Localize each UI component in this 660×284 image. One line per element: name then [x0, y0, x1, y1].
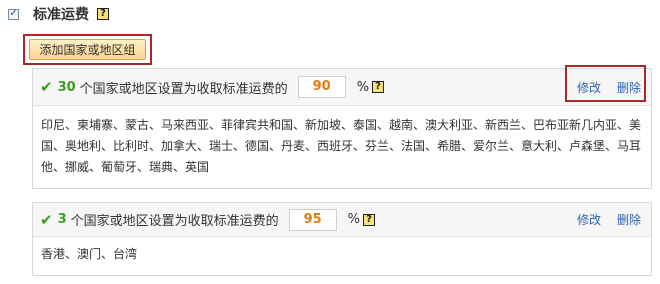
section-header: ✓ 标准运费 ? — [8, 5, 109, 23]
percent-sign: % — [356, 79, 370, 95]
group-actions: 修改 删除 — [577, 69, 641, 105]
country-list: 香港、澳门、台湾 — [41, 247, 138, 261]
add-country-group-button[interactable]: 添加国家或地区组 — [29, 39, 146, 60]
help-icon[interactable]: ? — [97, 8, 109, 20]
country-count: 30 — [57, 79, 76, 95]
delete-link[interactable]: 删除 — [617, 79, 641, 96]
help-icon[interactable]: ? — [363, 213, 375, 226]
group-header: ✔ 30 个国家或地区设置为收取标准运费的 90 % ? 修改 删除 — [33, 65, 651, 106]
group-actions: 修改 删除 — [577, 203, 641, 236]
country-list: 印尼、柬埔寨、蒙古、马来西亚、菲律宾共和国、新加坡、泰国、越南、澳大利亚、新西兰… — [41, 118, 642, 174]
delete-link[interactable]: 删除 — [617, 211, 641, 228]
edit-link[interactable]: 修改 — [577, 211, 601, 228]
percent-sign: % — [347, 212, 360, 227]
group-description: 个国家或地区设置为收取标准运费的 — [70, 214, 279, 229]
country-count: 3 — [57, 212, 67, 227]
country-group-card: ✔ 3 个国家或地区设置为收取标准运费的 95 % ? 修改 删除 香港、澳门、… — [32, 202, 652, 276]
checkmark-icon: ✔ — [40, 78, 53, 96]
group-header: ✔ 3 个国家或地区设置为收取标准运费的 95 % ? 修改 删除 — [33, 203, 651, 237]
checkmark-icon: ✔ — [40, 210, 53, 229]
group-description: 个国家或地区设置为收取标准运费的 — [79, 81, 288, 97]
add-group-highlight: 添加国家或地区组 — [23, 34, 152, 65]
edit-link[interactable]: 修改 — [577, 79, 601, 96]
standard-shipping-checkbox[interactable]: ✓ — [8, 8, 19, 20]
percent-input[interactable]: 90 — [297, 76, 346, 98]
percent-input[interactable]: 95 — [288, 208, 337, 231]
country-group-card: ✔ 30 个国家或地区设置为收取标准运费的 90 % ? 修改 删除 印尼、柬埔… — [32, 65, 652, 189]
help-icon[interactable]: ? — [372, 81, 385, 93]
section-title: 标准运费 — [33, 7, 89, 23]
